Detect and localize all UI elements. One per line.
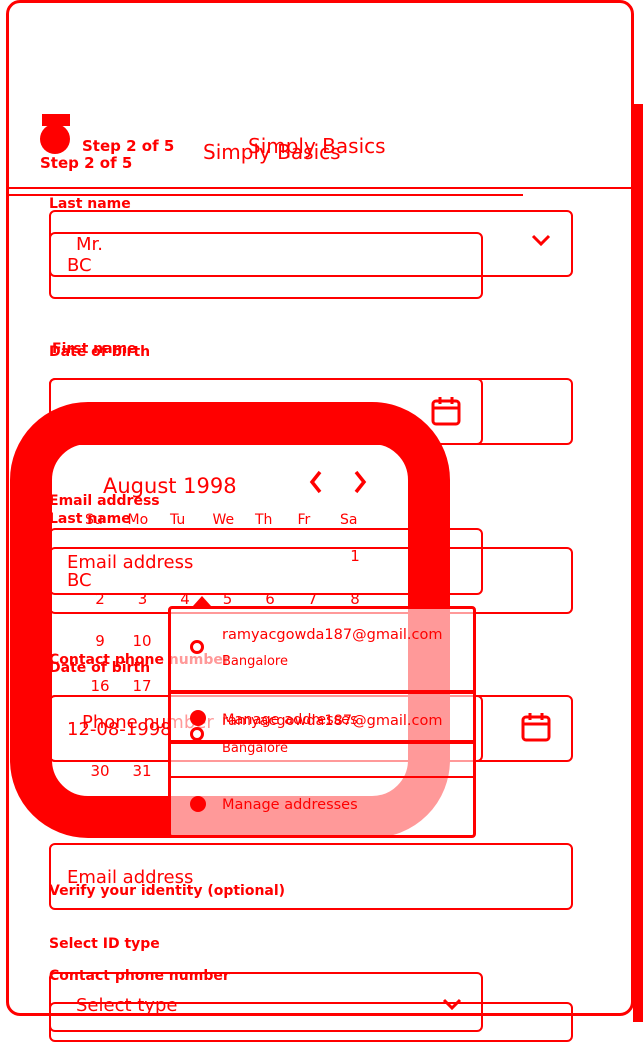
calendar-icon[interactable] <box>430 395 462 427</box>
step-indicator: Step 2 of 5 <box>82 137 175 155</box>
header-divider <box>8 187 641 189</box>
dob-value: 12-08-1998 <box>67 719 172 740</box>
calendar-day[interactable]: 30 <box>85 762 115 780</box>
verify-identity-heading: Verify your identity (optional) <box>49 883 286 899</box>
calendar-day[interactable]: 16 <box>85 677 115 695</box>
calendar-icon[interactable] <box>520 711 552 743</box>
chevron-right-icon[interactable] <box>350 468 370 496</box>
person-pin-icon <box>190 727 204 741</box>
weekday-label: Th <box>255 512 273 528</box>
calendar-day[interactable]: 9 <box>85 632 115 650</box>
weekday-label: We <box>212 512 235 528</box>
chevron-down-icon <box>441 996 463 1012</box>
last-name-value: BC <box>67 255 92 276</box>
page-title-ghost: Simply Basics <box>248 134 386 158</box>
avatar-icon <box>40 124 70 154</box>
suggestion-email[interactable]: ramyacgowda187@gmail.com <box>222 627 442 643</box>
step-indicator-ghost: Step 2 of 5 <box>40 154 133 172</box>
chevron-left-icon[interactable] <box>306 468 326 496</box>
suggestion-email-ghost[interactable]: ramyacgowda187@gmail.com <box>222 713 442 729</box>
manage-icon <box>190 796 206 812</box>
select-type-placeholder: Select type <box>76 995 178 1016</box>
dropdown-divider <box>170 776 474 778</box>
dropdown-pointer <box>193 596 211 606</box>
date-of-birth-label-ghost: Date of birth <box>49 660 151 676</box>
scrollbar[interactable] <box>633 104 643 1022</box>
last-name-input[interactable] <box>49 232 483 299</box>
calendar-day[interactable]: 10 <box>127 632 157 650</box>
select-id-type-label: Select ID type <box>49 936 160 952</box>
weekday-label: Sa <box>340 512 358 528</box>
weekday-label: Tu <box>170 512 186 528</box>
calendar-day[interactable]: 17 <box>127 677 157 695</box>
first-name-label-ghost: First name <box>52 341 137 357</box>
manage-icon <box>190 710 206 726</box>
suggestion-city: Bangalore <box>222 654 288 669</box>
weekday-label: Fr <box>297 512 311 528</box>
last-name-label-ghost: Last name <box>49 511 131 527</box>
last-name-value-ghost: BC <box>67 570 92 591</box>
dropdown-divider <box>170 740 474 744</box>
person-pin-icon <box>190 640 204 654</box>
dropdown-divider <box>170 690 474 694</box>
calendar-day[interactable]: 31 <box>127 762 157 780</box>
email-label: Email address <box>49 493 160 509</box>
chevron-down-icon <box>530 232 552 248</box>
manage-addresses-link-ghost[interactable]: Manage addresses <box>222 797 358 813</box>
